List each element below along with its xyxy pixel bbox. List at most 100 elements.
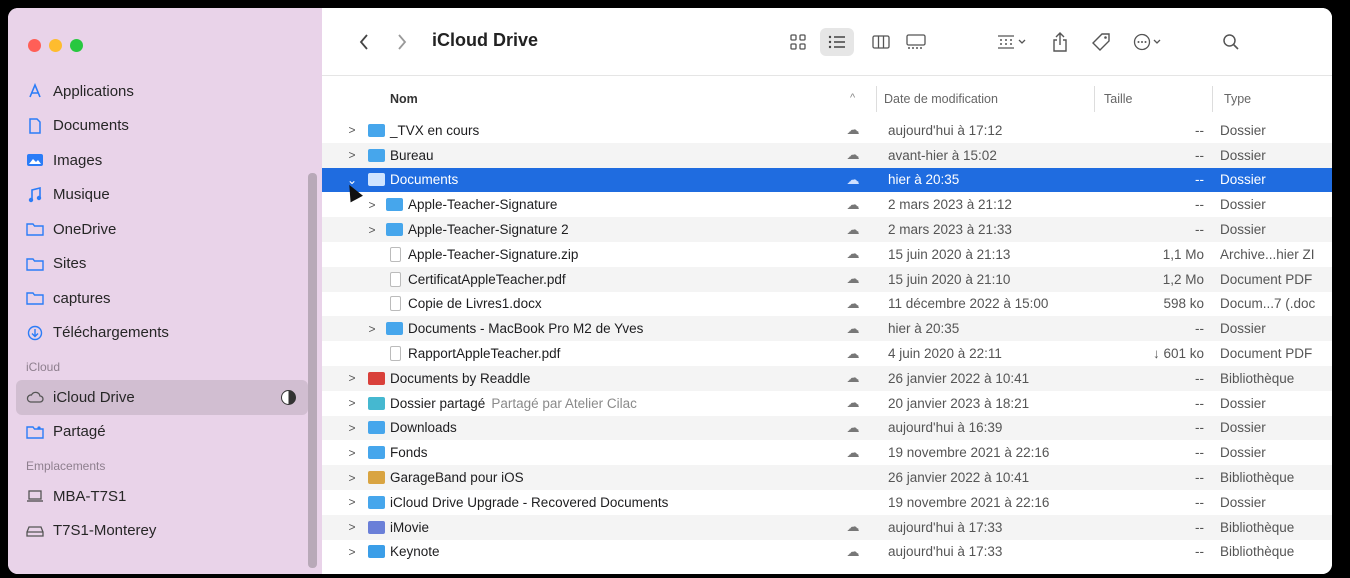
disclosure-chevron-icon[interactable]: > (366, 223, 378, 237)
disclosure-chevron-icon[interactable]: > (346, 123, 358, 137)
column-name[interactable]: Nom (390, 92, 418, 106)
file-name-text: Dossier partagé (390, 395, 486, 411)
cloud-download-icon[interactable]: ☁ (844, 222, 862, 238)
table-row[interactable]: > iMovie ☁ aujourd'hui à 17:33 -- Biblio… (322, 514, 1332, 540)
sidebar-item-images[interactable]: Images (8, 143, 322, 178)
disclosure-chevron-icon[interactable]: > (346, 421, 358, 435)
sidebar-item-documents[interactable]: Documents (8, 109, 322, 144)
sidebar-item-telechargements[interactable]: Téléchargements (8, 316, 322, 351)
list-view-button[interactable] (820, 28, 854, 56)
file-date: 20 janvier 2023 à 18:21 (888, 395, 1030, 411)
imovie-app-icon (368, 520, 385, 534)
sidebar-item-musique[interactable]: Musique (8, 178, 322, 213)
column-view-button[interactable] (866, 28, 896, 56)
disclosure-chevron-icon[interactable]: > (346, 520, 358, 534)
table-row[interactable]: > Bureau ☁ avant-hier à 15:02 -- Dossier (322, 142, 1332, 168)
more-actions-button[interactable] (1128, 28, 1168, 56)
cloud-download-icon[interactable]: ☁ (844, 544, 862, 560)
file-date: 2 mars 2023 à 21:12 (888, 197, 1012, 213)
cloud-download-icon[interactable]: ☁ (844, 420, 862, 436)
table-row[interactable]: > Downloads ☁ aujourd'hui à 16:39 -- Dos… (322, 415, 1332, 441)
file-size: -- (1195, 370, 1204, 386)
cloud-download-icon[interactable]: ☁ (844, 321, 862, 337)
tag-icon (1092, 33, 1110, 51)
icon-view-button[interactable] (782, 28, 814, 56)
disclosure-chevron-icon[interactable]: > (346, 396, 358, 410)
file-type: Dossier (1220, 197, 1266, 213)
file-type: Dossier (1220, 222, 1266, 238)
cloud-download-icon[interactable]: ☁ (844, 370, 862, 386)
file-name: iMovie (390, 519, 430, 535)
disclosure-chevron-icon[interactable]: > (346, 371, 358, 385)
back-button[interactable] (352, 28, 376, 56)
table-row[interactable]: RapportAppleTeacher.pdf ☁ 4 juin 2020 à … (322, 341, 1332, 366)
file-type: Dossier (1220, 395, 1266, 411)
sidebar-item-captures[interactable]: captures (8, 281, 322, 316)
file-size: -- (1195, 222, 1204, 238)
table-row[interactable]: > Documents by Readdle ☁ 26 janvier 2022… (322, 365, 1332, 391)
column-type[interactable]: Type (1224, 92, 1251, 106)
sidebar-item-onedrive[interactable]: OneDrive (8, 212, 322, 247)
folder-icon (26, 220, 44, 238)
cloud-download-icon[interactable]: ☁ (844, 172, 862, 188)
sidebar-item-partage[interactable]: Partagé (8, 415, 322, 450)
file-date: 2 mars 2023 à 21:33 (888, 222, 1012, 238)
cloud-download-icon[interactable]: ☁ (844, 271, 862, 287)
table-row[interactable]: > iCloud Drive Upgrade - Recovered Docum… (322, 490, 1332, 515)
disclosure-chevron-icon[interactable]: > (346, 545, 358, 559)
table-row[interactable]: Copie de Livres1.docx ☁ 11 décembre 2022… (322, 292, 1332, 317)
table-row[interactable]: > Fonds ☁ 19 novembre 2021 à 22:16 -- Do… (322, 440, 1332, 465)
table-row[interactable]: > _TVX en cours ☁ aujourd'hui à 17:12 --… (322, 118, 1332, 143)
sidebar-item-t7s1-monterey[interactable]: T7S1-Monterey (8, 514, 322, 549)
cloud-download-icon[interactable]: ☁ (844, 519, 862, 535)
disclosure-chevron-icon[interactable]: > (366, 322, 378, 336)
gallery-view-button[interactable] (900, 28, 932, 56)
sidebar-scrollbar[interactable] (308, 173, 317, 568)
table-row[interactable]: Apple-Teacher-Signature.zip ☁ 15 juin 20… (322, 242, 1332, 267)
column-date[interactable]: Date de modification (884, 92, 998, 106)
table-row[interactable]: CertificatAppleTeacher.pdf ☁ 15 juin 202… (322, 266, 1332, 292)
sidebar-item-sites[interactable]: Sites (8, 247, 322, 282)
share-icon (1053, 32, 1067, 52)
docx-file-icon (390, 296, 401, 312)
cloud-download-icon[interactable]: ☁ (844, 122, 862, 138)
sidebar-item-icloud-drive[interactable]: iCloud Drive (16, 380, 308, 415)
cloud-download-icon[interactable]: ☁ (844, 296, 862, 312)
disclosure-chevron-icon[interactable]: > (346, 148, 358, 162)
table-row[interactable]: > GarageBand pour iOS 26 janvier 2022 à … (322, 465, 1332, 490)
disclosure-chevron-icon[interactable]: > (366, 198, 378, 212)
column-divider[interactable] (1212, 86, 1213, 112)
disclosure-chevron-icon[interactable]: > (346, 495, 358, 509)
disclosure-chevron-icon[interactable]: > (346, 446, 358, 460)
zoom-window-button[interactable] (70, 39, 83, 52)
minimize-window-button[interactable] (49, 39, 62, 52)
cloud-download-icon[interactable]: ☁ (844, 197, 862, 213)
cloud-download-icon[interactable]: ☁ (844, 246, 862, 262)
share-button[interactable] (1046, 28, 1074, 56)
column-divider[interactable] (1094, 86, 1095, 112)
table-row[interactable]: > Documents - MacBook Pro M2 de Yves ☁ h… (322, 316, 1332, 342)
sidebar-item-applications[interactable]: Applications (8, 74, 322, 109)
column-size[interactable]: Taille (1104, 92, 1133, 106)
group-by-button[interactable] (990, 28, 1034, 56)
table-row[interactable]: > Apple-Teacher-Signature 2 ☁ 2 mars 202… (322, 217, 1332, 242)
close-window-button[interactable] (28, 39, 41, 52)
forward-button[interactable] (390, 28, 414, 56)
columns-icon (872, 35, 890, 49)
disclosure-chevron-icon[interactable]: > (346, 471, 358, 485)
cloud-download-icon[interactable]: ☁ (844, 445, 862, 461)
table-row[interactable]: > Dossier partagé Partagé par Atelier Cil… (322, 391, 1332, 416)
column-divider[interactable] (876, 86, 877, 112)
cloud-download-icon[interactable]: ☁ (844, 395, 862, 411)
sidebar-item-label: Documents (53, 117, 129, 135)
file-name: _TVX en cours (390, 122, 480, 138)
table-row[interactable]: > Apple-Teacher-Signature ☁ 2 mars 2023 … (322, 192, 1332, 217)
table-row-selected[interactable]: ⌄ Documents ☁ hier à 20:35 -- Dossier (322, 167, 1332, 193)
table-row[interactable]: > Keynote ☁ aujourd'hui à 17:33 -- Bibli… (322, 540, 1332, 565)
tag-button[interactable] (1086, 28, 1116, 56)
zip-file-icon (390, 246, 401, 262)
pdf-file-icon (390, 346, 401, 362)
cloud-download-icon[interactable]: ☁ (844, 147, 862, 163)
search-button[interactable] (1216, 28, 1246, 56)
sidebar-item-mba-t7s1[interactable]: MBA-T7S1 (8, 479, 322, 514)
